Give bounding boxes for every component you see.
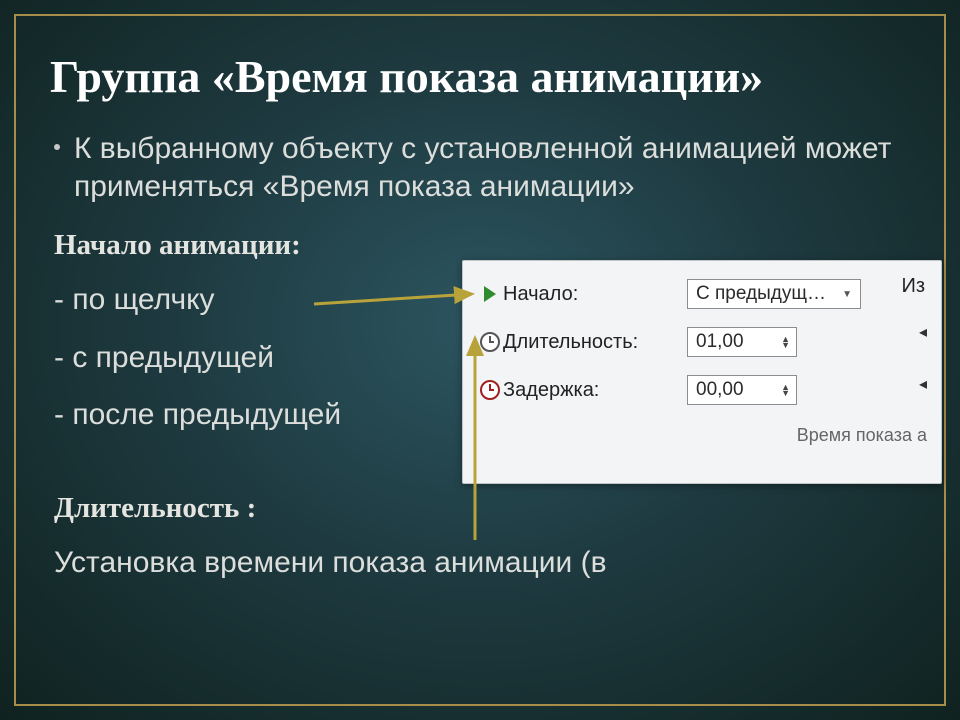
play-icon — [477, 286, 503, 302]
duration-heading: Длительность : — [54, 490, 910, 526]
label-duration: Длительность: — [503, 331, 687, 354]
duration-spinner[interactable]: 01,00 ▲▼ — [687, 327, 797, 357]
delay-spinner[interactable]: 00,00 ▲▼ — [687, 375, 797, 405]
slide-title: Группа «Время показа анимации» — [50, 50, 910, 103]
row-delay: Задержка: 00,00 ▲▼ — [477, 373, 927, 407]
label-delay: Задержка: — [503, 379, 687, 402]
start-heading: Начало анимации: — [54, 227, 910, 263]
timing-panel: Начало: С предыдущ… ▼ Длительность: 01,0… — [462, 260, 942, 484]
clock-icon — [477, 332, 503, 352]
start-dropdown-value: С предыдущ… — [696, 283, 826, 305]
bullet-text: К выбранному объекту с установленной ани… — [74, 130, 910, 205]
delay-value: 00,00 — [696, 379, 744, 401]
row-start: Начало: С предыдущ… ▼ — [477, 277, 927, 311]
panel-caption: Время показа а — [477, 425, 927, 446]
spinner-buttons-icon: ▲▼ — [781, 385, 790, 396]
spinner-buttons-icon: ▲▼ — [781, 337, 790, 348]
cut-text-right: Из — [901, 275, 925, 298]
bullet-main: К выбранному объекту с установленной ани… — [54, 130, 910, 205]
bullet-icon — [54, 144, 60, 150]
label-start: Начало: — [503, 283, 687, 306]
start-dropdown[interactable]: С предыдущ… ▼ — [687, 279, 861, 309]
partial-arrow-icon: ◂ — [919, 373, 937, 395]
clock-red-icon — [477, 380, 503, 400]
row-duration: Длительность: 01,00 ▲▼ — [477, 325, 927, 359]
chevron-down-icon: ▼ — [842, 289, 852, 300]
cut-spinners: ◂ ◂ — [919, 321, 937, 395]
partial-arrow-icon: ◂ — [919, 321, 937, 343]
slide: Группа «Время показа анимации» К выбранн… — [0, 0, 960, 720]
duration-value: 01,00 — [696, 331, 744, 353]
duration-text: Установка времени показа анимации (в — [54, 544, 910, 582]
